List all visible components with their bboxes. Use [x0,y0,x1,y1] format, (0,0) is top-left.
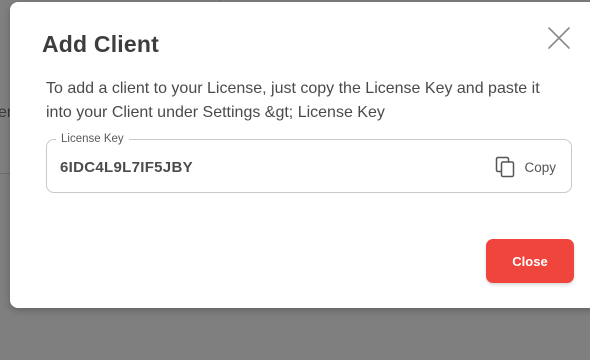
dialog-title: Add Client [42,31,159,57]
license-key-label: License Key [56,132,129,146]
license-key-field[interactable]: License Key 6IDC4L9L7IF5JBY Copy [46,132,572,193]
copy-label: Copy [524,159,556,175]
copy-icon [496,156,515,178]
copy-button[interactable]: Copy [495,156,556,178]
add-client-dialog: Add Client To add a client to your Licen… [10,2,590,308]
close-x-icon[interactable] [545,24,573,52]
close-button[interactable]: Close [486,239,574,283]
license-key-value[interactable]: 6IDC4L9L7IF5JBY [60,159,193,176]
dialog-description: To add a client to your License, just co… [46,80,540,121]
